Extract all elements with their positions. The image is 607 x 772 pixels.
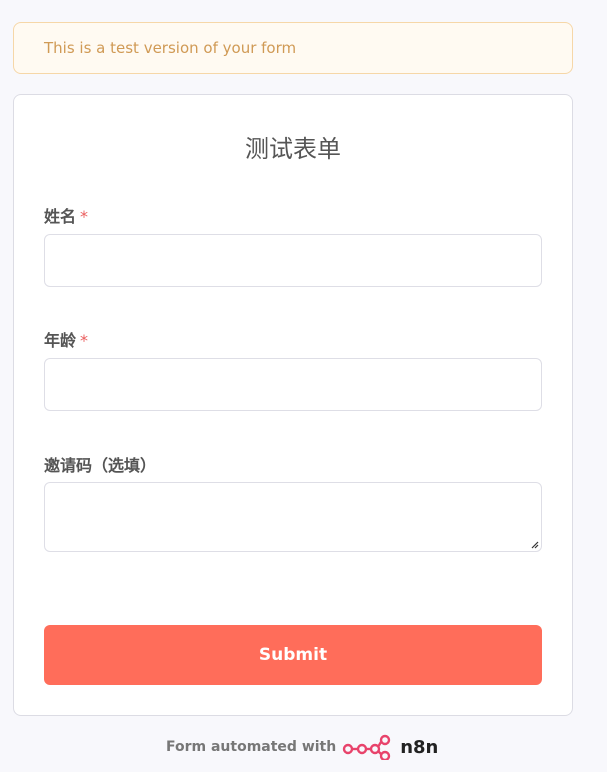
- invite-code-label: 邀请码（选填）: [44, 452, 156, 476]
- test-version-banner: This is a test version of your form: [13, 22, 573, 74]
- n8n-logo-icon: [343, 734, 391, 760]
- age-input[interactable]: [44, 358, 542, 411]
- form-card: 测试表单 姓名 * 年龄 * 邀请码（选填） Submit: [13, 94, 573, 716]
- invite-code-label-text: 邀请码（选填）: [44, 456, 157, 475]
- age-label-text: 年龄: [44, 331, 77, 350]
- submit-label: Submit: [258, 645, 328, 665]
- n8n-logo-text: n8n: [400, 736, 439, 758]
- name-label: 姓名 *: [44, 203, 88, 227]
- banner-text: This is a test version of your form: [44, 39, 297, 57]
- form-title: 测试表单: [245, 135, 341, 163]
- invite-code-textarea[interactable]: [44, 482, 542, 552]
- name-label-text: 姓名: [44, 207, 77, 226]
- required-mark: *: [80, 207, 89, 226]
- submit-button[interactable]: Submit: [44, 625, 542, 685]
- footer: Form automated with n8n: [166, 733, 438, 761]
- name-input[interactable]: [44, 234, 542, 287]
- required-mark: *: [80, 331, 89, 350]
- age-label: 年龄 *: [44, 327, 88, 351]
- footer-text: Form automated with: [166, 739, 337, 755]
- resize-grip-icon[interactable]: [529, 539, 539, 549]
